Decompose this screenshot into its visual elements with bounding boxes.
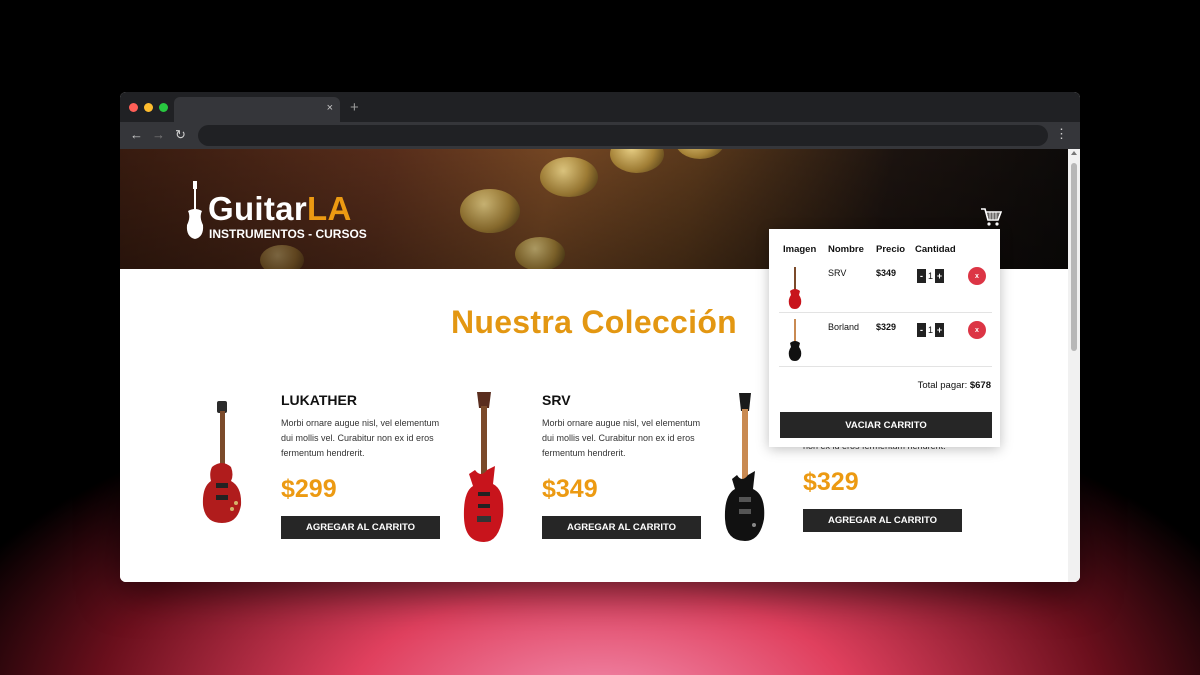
logo-accent: LA: [306, 190, 352, 227]
les-paul-guitar-icon: [202, 401, 242, 523]
cart-header-name: Nombre: [828, 244, 864, 255]
product-description: Morbi ornare augue nisl, vel elementum d…: [281, 418, 440, 458]
logo[interactable]: GuitarLA: [208, 190, 352, 228]
shopping-cart-icon[interactable]: [980, 207, 1002, 227]
cart-item-row: Borland $329 - 1 + x: [779, 313, 992, 367]
increase-quantity-button[interactable]: +: [935, 323, 945, 337]
decrease-quantity-button[interactable]: -: [917, 323, 926, 337]
maximize-window-button[interactable]: [159, 103, 168, 112]
scrollbar-thumb[interactable]: [1071, 163, 1077, 351]
add-to-cart-button[interactable]: AGREGAR AL CARRITO: [281, 516, 440, 539]
close-window-button[interactable]: [129, 103, 138, 112]
add-to-cart-button[interactable]: AGREGAR AL CARRITO: [542, 516, 701, 539]
product-card: LUKATHER Morbi ornare augue nisl, vel el…: [198, 389, 448, 549]
product-name: SRV: [542, 392, 571, 408]
guitar-logo-icon: [186, 181, 204, 239]
quantity-value: 1: [928, 271, 934, 281]
cart-dropdown: Imagen Nombre Precio Cantidad SRV $349 -…: [769, 229, 1000, 447]
guitar-thumbnail-icon: [788, 267, 802, 309]
forward-arrow-icon[interactable]: →: [152, 127, 165, 142]
product-description: Morbi ornare augue nisl, vel elementum d…: [542, 418, 701, 458]
stratocaster-guitar-icon: [463, 392, 504, 542]
quantity-value: 1: [928, 325, 934, 335]
window-controls: [129, 103, 168, 112]
browser-tab[interactable]: ×: [174, 97, 340, 122]
product-name: LUKATHER: [281, 392, 357, 408]
scroll-up-arrow-icon[interactable]: [1071, 151, 1077, 155]
cart-item-name: Borland: [828, 322, 860, 332]
remove-item-button[interactable]: x: [968, 321, 986, 339]
back-arrow-icon[interactable]: ←: [130, 127, 143, 142]
product-price: $299: [281, 475, 337, 503]
cart-item-price: $329: [876, 322, 897, 332]
browser-window: × + ← → ↻ ⋮ GuitarLA INSTRUMENTOS - CURS…: [120, 92, 1080, 582]
browser-titlebar: × +: [120, 92, 1080, 122]
increase-quantity-button[interactable]: +: [935, 269, 945, 283]
tab-close-icon[interactable]: ×: [327, 102, 333, 114]
reload-icon[interactable]: ↻: [175, 127, 186, 143]
cart-total-label: Total pagar:: [917, 380, 968, 391]
logo-main: Guitar: [208, 190, 307, 227]
cart-header-quantity: Cantidad: [915, 244, 956, 255]
remove-item-button[interactable]: x: [968, 267, 986, 285]
cart-header-price: Precio: [876, 244, 906, 255]
empty-cart-button[interactable]: VACIAR CARRITO: [780, 412, 992, 438]
cart-item-row: SRV $349 - 1 + x: [779, 259, 992, 313]
address-bar[interactable]: [198, 125, 1048, 146]
product-card: SRV Morbi ornare augue nisl, vel element…: [459, 389, 709, 549]
decrease-quantity-button[interactable]: -: [917, 269, 926, 283]
cart-total: Total pagar: $678: [918, 380, 991, 391]
page-viewport: GuitarLA INSTRUMENTOS - CURSOS Nuestra C…: [120, 149, 1080, 582]
cart-item-price: $349: [876, 268, 897, 278]
product-price: $329: [803, 468, 859, 496]
minimize-window-button[interactable]: [144, 103, 153, 112]
quantity-stepper: - 1 +: [917, 323, 945, 337]
guitar-thumbnail-icon: [788, 319, 802, 361]
cart-header-image: Imagen: [783, 244, 817, 255]
browser-toolbar: ← → ↻ ⋮: [120, 122, 1080, 149]
product-price: $349: [542, 475, 598, 503]
page-scrollbar[interactable]: [1068, 149, 1080, 582]
new-tab-button[interactable]: +: [350, 99, 359, 116]
cart-item-name: SRV: [828, 268, 847, 278]
browser-menu-icon[interactable]: ⋮: [1055, 126, 1068, 142]
cart-total-value: $678: [969, 380, 991, 391]
add-to-cart-button[interactable]: AGREGAR AL CARRITO: [803, 509, 962, 532]
logo-subtitle: INSTRUMENTOS - CURSOS: [209, 227, 367, 241]
quantity-stepper: - 1 +: [917, 269, 945, 283]
black-guitar-icon: [724, 393, 765, 541]
